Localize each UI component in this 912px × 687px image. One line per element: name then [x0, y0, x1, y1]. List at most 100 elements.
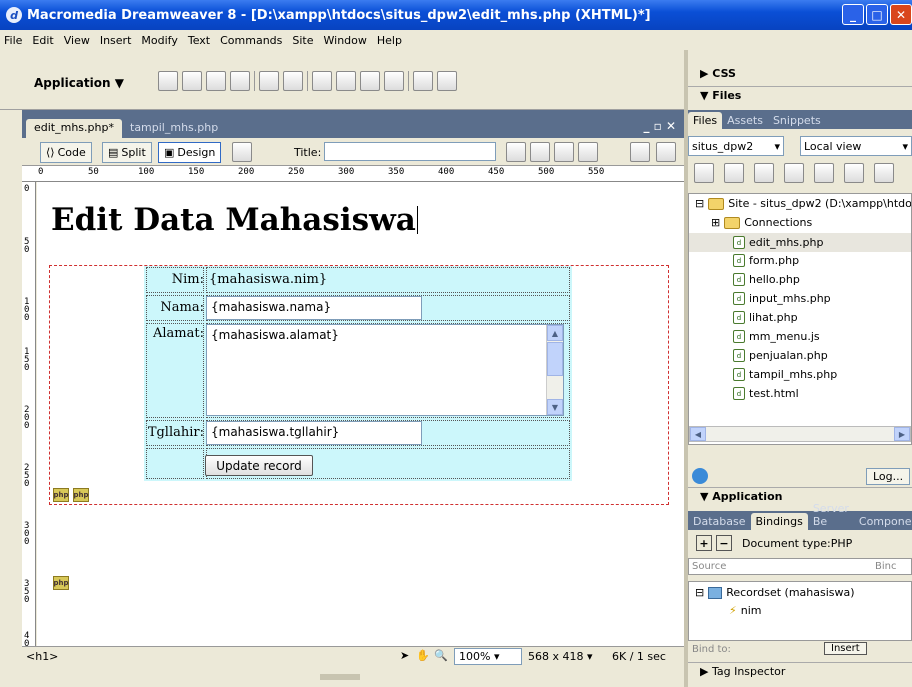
- live-data-icon[interactable]: [232, 142, 252, 162]
- php-code-icon[interactable]: php: [73, 488, 89, 502]
- insert-record-icon[interactable]: [336, 71, 356, 91]
- split-view-button[interactable]: ▤ Split: [102, 142, 152, 163]
- xslt-icon[interactable]: [437, 71, 457, 91]
- recordset-icon[interactable]: [158, 71, 178, 91]
- form-table[interactable]: Nim: {mahasiswa.nim} Nama: {mahasiswa.na…: [144, 266, 572, 481]
- remove-binding-icon[interactable]: −: [716, 535, 732, 551]
- validate-icon[interactable]: [506, 142, 526, 162]
- dynamic-text-icon[interactable]: [259, 71, 279, 91]
- tgllahir-field[interactable]: {mahasiswa.tgllahir}: [206, 421, 422, 445]
- repeated-region-icon[interactable]: [182, 71, 202, 91]
- browser-check-icon[interactable]: [530, 142, 550, 162]
- design-view-button[interactable]: ▣ Design: [158, 142, 222, 163]
- scroll-down-icon[interactable]: ▼: [547, 399, 563, 415]
- insert-category-menu[interactable]: Application ▼: [34, 76, 124, 90]
- tab-components[interactable]: Componen: [854, 513, 912, 530]
- menu-file[interactable]: File: [4, 34, 22, 47]
- php-code-icon[interactable]: php: [53, 576, 69, 590]
- tag-inspector-header[interactable]: ▶ Tag Inspector: [688, 662, 912, 680]
- column-source[interactable]: Source: [692, 561, 726, 572]
- tab-edit-mhs[interactable]: edit_mhs.php*: [26, 119, 122, 138]
- check-in-icon[interactable]: [844, 163, 864, 183]
- alamat-textarea[interactable]: {mahasiswa.alamat} ▲ ▼: [206, 324, 564, 416]
- check-out-icon[interactable]: [814, 163, 834, 183]
- design-canvas[interactable]: Edit Data Mahasiswa Nim: {mahasiswa.nim}…: [37, 182, 684, 646]
- menu-view[interactable]: View: [64, 34, 90, 47]
- close-button[interactable]: ✕: [890, 4, 912, 25]
- tab-snippets[interactable]: Snippets: [768, 112, 826, 129]
- connect-icon[interactable]: [694, 163, 714, 183]
- scroll-up-icon[interactable]: ▲: [547, 325, 563, 341]
- document-window-controls[interactable]: _ ▫ ✕: [643, 119, 676, 133]
- properties-collapsed-bar[interactable]: [0, 666, 684, 687]
- tree-file-lihat[interactable]: d lihat.php: [733, 311, 798, 324]
- tab-assets[interactable]: Assets: [722, 112, 768, 129]
- add-binding-icon[interactable]: +: [696, 535, 712, 551]
- hand-tool-icon[interactable]: ✋: [416, 649, 430, 662]
- insert-button[interactable]: Insert: [824, 642, 867, 655]
- nama-field[interactable]: {mahasiswa.nama}: [206, 296, 422, 320]
- tab-files[interactable]: Files: [688, 112, 723, 129]
- show-region-icon[interactable]: [230, 71, 250, 91]
- view-options-icon[interactable]: [656, 142, 676, 162]
- application-panel-header[interactable]: ▼ Application: [688, 487, 912, 505]
- update-record-button[interactable]: Update record: [205, 455, 313, 476]
- minimize-button[interactable]: _: [842, 4, 864, 25]
- tab-databases[interactable]: Database: [688, 513, 751, 530]
- scroll-left-icon[interactable]: ◀: [690, 427, 706, 441]
- tree-site-root[interactable]: ⊟ Site - situs_dpw2 (D:\xampp\htdocs: [695, 197, 911, 210]
- user-auth-icon[interactable]: [413, 71, 433, 91]
- code-view-button[interactable]: ⟨⟩ Code: [40, 142, 92, 163]
- menu-modify[interactable]: Modify: [141, 34, 177, 47]
- tree-file-tampil-mhs[interactable]: d tampil_mhs.php: [733, 368, 837, 381]
- view-select[interactable]: Local view ▾: [800, 136, 912, 156]
- file-management-icon[interactable]: [554, 142, 574, 162]
- put-files-icon[interactable]: [784, 163, 804, 183]
- refresh-icon[interactable]: [630, 142, 650, 162]
- maximize-button[interactable]: □: [866, 4, 888, 25]
- dynamic-data-icon[interactable]: [206, 71, 226, 91]
- expand-handle[interactable]: [320, 674, 360, 680]
- preview-icon[interactable]: [578, 142, 598, 162]
- refresh-icon[interactable]: [724, 163, 744, 183]
- php-code-icon[interactable]: php: [53, 488, 69, 502]
- tab-tampil-mhs[interactable]: tampil_mhs.php: [122, 119, 226, 138]
- tree-file-input-mhs[interactable]: d input_mhs.php: [733, 292, 831, 305]
- log-button[interactable]: Log...: [866, 468, 911, 485]
- file-tree-hscrollbar[interactable]: ◀ ▶: [689, 426, 911, 442]
- tree-file-mm-menu[interactable]: d mm_menu.js: [733, 330, 820, 343]
- delete-record-icon[interactable]: [384, 71, 404, 91]
- zoom-select[interactable]: 100% ▾: [454, 648, 522, 665]
- tree-file-penjualan[interactable]: d penjualan.php: [733, 349, 828, 362]
- record-counter-icon[interactable]: [283, 71, 303, 91]
- menu-commands[interactable]: Commands: [220, 34, 282, 47]
- update-record-icon[interactable]: [360, 71, 380, 91]
- files-panel-header[interactable]: ▼ Files: [688, 86, 912, 104]
- menu-help[interactable]: Help: [377, 34, 402, 47]
- column-binding[interactable]: Binc: [875, 561, 896, 572]
- tab-bindings[interactable]: Bindings: [750, 513, 808, 530]
- get-files-icon[interactable]: [754, 163, 774, 183]
- menu-insert[interactable]: Insert: [100, 34, 132, 47]
- scroll-thumb[interactable]: [547, 342, 563, 376]
- menu-window[interactable]: Window: [324, 34, 367, 47]
- site-select[interactable]: situs_dpw2 ▾: [688, 136, 784, 156]
- tab-server-behaviors[interactable]: Server Be: [808, 500, 854, 530]
- textarea-scrollbar[interactable]: ▲ ▼: [546, 325, 563, 415]
- tree-folder-connections[interactable]: ⊞ Connections: [711, 216, 812, 229]
- pointer-tool-icon[interactable]: ➤: [400, 649, 409, 662]
- menu-text[interactable]: Text: [188, 34, 210, 47]
- menu-site[interactable]: Site: [292, 34, 313, 47]
- master-detail-icon[interactable]: [312, 71, 332, 91]
- page-heading[interactable]: Edit Data Mahasiswa: [51, 202, 418, 238]
- zoom-tool-icon[interactable]: 🔍: [434, 649, 448, 662]
- scroll-right-icon[interactable]: ▶: [894, 427, 910, 441]
- tree-file-form[interactable]: d form.php: [733, 254, 799, 267]
- expand-icon[interactable]: [874, 163, 894, 183]
- tree-file-test[interactable]: d test.html: [733, 387, 799, 400]
- title-input[interactable]: [324, 142, 496, 161]
- css-panel-header[interactable]: ▶ CSS: [688, 64, 912, 82]
- binding-field-nim[interactable]: ⚡ nim: [729, 604, 761, 617]
- menu-edit[interactable]: Edit: [32, 34, 53, 47]
- window-size-select[interactable]: 568 x 418 ▾: [528, 650, 593, 663]
